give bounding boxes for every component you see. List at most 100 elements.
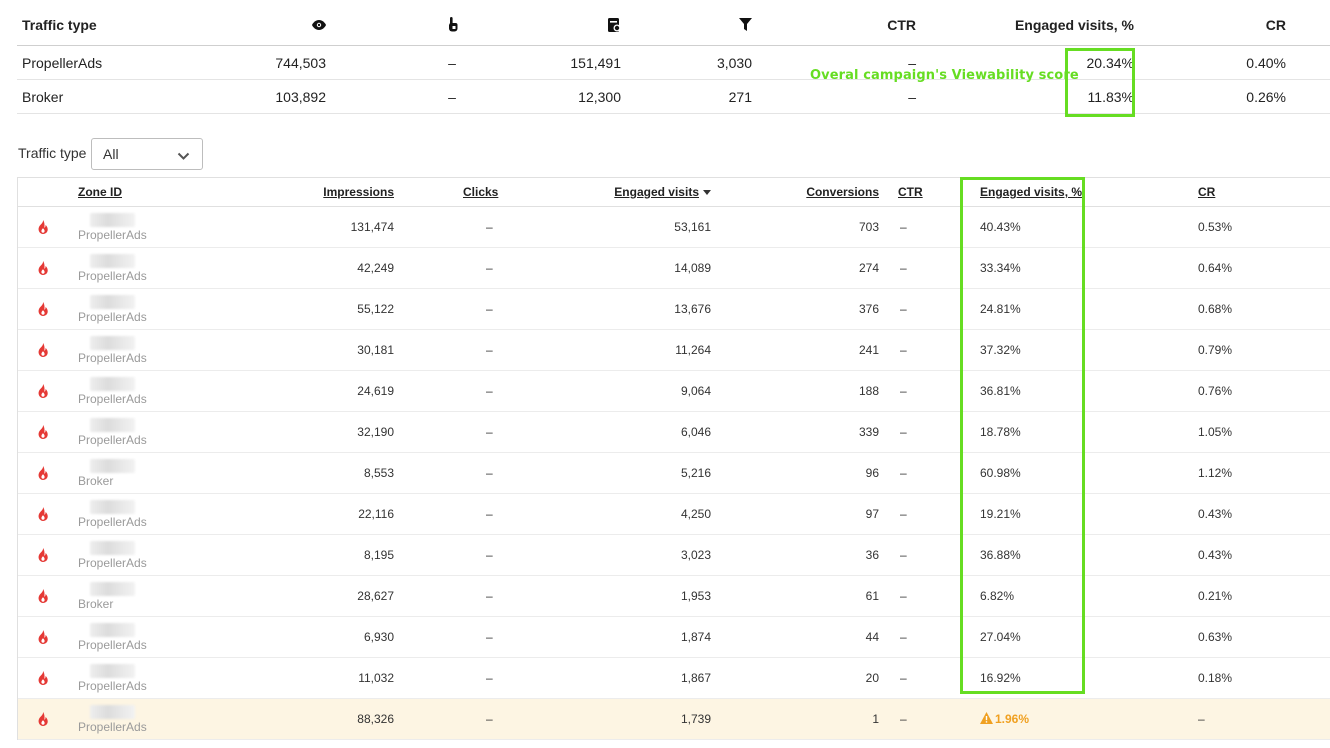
cr-cell: 0.43%: [1198, 507, 1233, 521]
zone-cell[interactable]: PropellerAds: [78, 535, 147, 575]
zone-source: PropellerAds: [78, 432, 147, 447]
zone-cell[interactable]: PropellerAds: [78, 412, 147, 452]
impressions-cell: 30,181: [357, 343, 394, 357]
zone-cell[interactable]: PropellerAds: [78, 248, 147, 288]
impressions-cell: 24,619: [357, 384, 394, 398]
zone-cell[interactable]: PropellerAds: [78, 699, 147, 739]
zone-id-redacted: [90, 253, 135, 268]
traffic-type-select[interactable]: All: [91, 138, 203, 170]
clicks-cell: –: [486, 220, 493, 234]
eye-icon[interactable]: [312, 0, 326, 45]
engaged-cell: 3,023: [680, 548, 711, 562]
zone-cell[interactable]: PropellerAds: [78, 207, 147, 247]
cr-cell: 0.18%: [1198, 671, 1233, 685]
zones-header-cr[interactable]: CR: [1198, 178, 1215, 206]
zones-header-engaged[interactable]: Engaged visits: [614, 178, 711, 206]
zone-source: PropellerAds: [78, 678, 147, 693]
funnel-icon[interactable]: [739, 0, 752, 45]
table-row[interactable]: PropellerAds 88,326 – 1,739 1 – 1.96% –: [18, 699, 1330, 740]
table-row[interactable]: PropellerAds 32,190–6,046 339–18.78% 1.05%: [18, 412, 1330, 453]
zones-header-impressions[interactable]: Impressions: [323, 178, 394, 206]
table-row[interactable]: Broker 8,553–5,216 96–60.98% 1.12%: [18, 453, 1330, 494]
impressions-cell: 42,249: [357, 261, 394, 275]
table-row[interactable]: PropellerAds 11,032–1,867 20–16.92% 0.18%: [18, 658, 1330, 699]
zone-source: Broker: [78, 596, 114, 611]
summary-header-traffic-type[interactable]: Traffic type: [22, 0, 97, 45]
summary-impressions: 744,503: [275, 54, 326, 71]
engaged-header-label: Engaged visits: [614, 185, 699, 199]
zone-id-redacted: [90, 376, 135, 391]
zone-source: Broker: [78, 473, 114, 488]
table-row[interactable]: PropellerAds 8,195–3,023 36–36.88% 0.43%: [18, 535, 1330, 576]
zones-header-zone-id[interactable]: Zone ID: [78, 178, 122, 206]
chevron-down-icon: [177, 148, 190, 164]
conversions-header-label: Conversions: [806, 185, 879, 199]
landing-page-icon[interactable]: [608, 0, 621, 45]
clicks-cell: –: [486, 466, 493, 480]
ctr-cell: –: [900, 261, 907, 275]
zones-header-row: Zone ID Impressions Clicks Engaged visit…: [18, 178, 1330, 207]
impressions-cell: 88,326: [357, 712, 394, 726]
warning-triangle-icon: [980, 711, 995, 727]
table-row[interactable]: PropellerAds 42,249–14,089 274–33.34% 0.64%: [18, 248, 1330, 289]
zone-id-redacted: [90, 499, 135, 514]
cr-cell: 0.76%: [1198, 384, 1233, 398]
summary-cr: 0.26%: [1246, 88, 1286, 105]
zones-header-clicks[interactable]: Clicks: [463, 178, 498, 206]
fire-icon: [36, 371, 50, 411]
traffic-type-filter-label: Traffic type: [18, 145, 87, 161]
zone-cell[interactable]: PropellerAds: [78, 289, 147, 329]
zone-source: PropellerAds: [78, 227, 147, 242]
zones-header-ctr[interactable]: CTR: [898, 178, 923, 206]
zones-header-conversions[interactable]: Conversions: [806, 178, 879, 206]
zone-cell[interactable]: Broker: [78, 576, 135, 616]
table-row[interactable]: PropellerAds 30,181–11,264 241–37.32% 0.79%: [18, 330, 1330, 371]
engaged-pct-value: 1.96%: [995, 712, 1030, 726]
ctr-cell: –: [900, 507, 907, 521]
ctr-cell: –: [900, 712, 907, 726]
engaged-cell: 5,216: [680, 466, 711, 480]
summary-header-ctr[interactable]: CTR: [887, 0, 916, 45]
cr-cell: 1.12%: [1198, 466, 1233, 480]
fire-icon: [36, 535, 50, 575]
summary-header-cr[interactable]: CR: [1266, 0, 1286, 45]
conversions-cell: 36: [865, 548, 879, 562]
table-row[interactable]: Broker 28,627–1,953 61–6.82% 0.21%: [18, 576, 1330, 617]
summary-header-engaged-pct[interactable]: Engaged visits, %: [1015, 0, 1134, 45]
clicks-cell: –: [486, 630, 493, 644]
zone-cell[interactable]: PropellerAds: [78, 330, 147, 370]
summary-clicks: –: [448, 54, 456, 71]
zone-id-redacted: [90, 622, 135, 637]
cr-cell: 0.53%: [1198, 220, 1233, 234]
zone-cell[interactable]: PropellerAds: [78, 617, 147, 657]
table-row[interactable]: PropellerAds 131,474–53,161 703–40.43% 0.53…: [18, 207, 1330, 248]
viewability-annotation: Overal campaign's Viewability score: [810, 68, 1079, 83]
cr-cell: 0.63%: [1198, 630, 1233, 644]
clicks-cell: –: [486, 425, 493, 439]
zone-cell[interactable]: PropellerAds: [78, 658, 147, 698]
summary-conversions: 271: [728, 88, 752, 105]
table-row[interactable]: PropellerAds 22,116–4,250 97–19.21% 0.43%: [18, 494, 1330, 535]
table-row[interactable]: PropellerAds 55,122–13,676 376–24.81% 0.68%: [18, 289, 1330, 330]
zone-cell[interactable]: PropellerAds: [78, 371, 147, 411]
fire-icon: [36, 207, 50, 247]
engaged-cell: 1,739: [680, 712, 711, 726]
ctr-cell: –: [900, 548, 907, 562]
ctr-cell: –: [900, 343, 907, 357]
cr-header-label: CR: [1198, 185, 1216, 199]
table-row[interactable]: PropellerAds 6,930–1,874 44–27.04% 0.63%: [18, 617, 1330, 658]
clicks-cell: –: [486, 589, 493, 603]
zone-cell[interactable]: Broker: [78, 453, 135, 493]
zone-source: PropellerAds: [78, 555, 147, 570]
zone-id-redacted: [90, 704, 135, 719]
ctr-cell: –: [900, 671, 907, 685]
table-row[interactable]: PropellerAds 24,619–9,064 188–36.81% 0.76%: [18, 371, 1330, 412]
ctr-cell: –: [900, 425, 907, 439]
zone-cell[interactable]: PropellerAds: [78, 494, 147, 534]
clicks-cell: –: [486, 343, 493, 357]
engaged-cell: 11,264: [675, 343, 711, 357]
click-hand-icon[interactable]: [443, 0, 463, 45]
zone-id-redacted: [90, 458, 135, 473]
cr-cell: 0.21%: [1198, 589, 1233, 603]
conversions-cell: 188: [858, 384, 879, 398]
